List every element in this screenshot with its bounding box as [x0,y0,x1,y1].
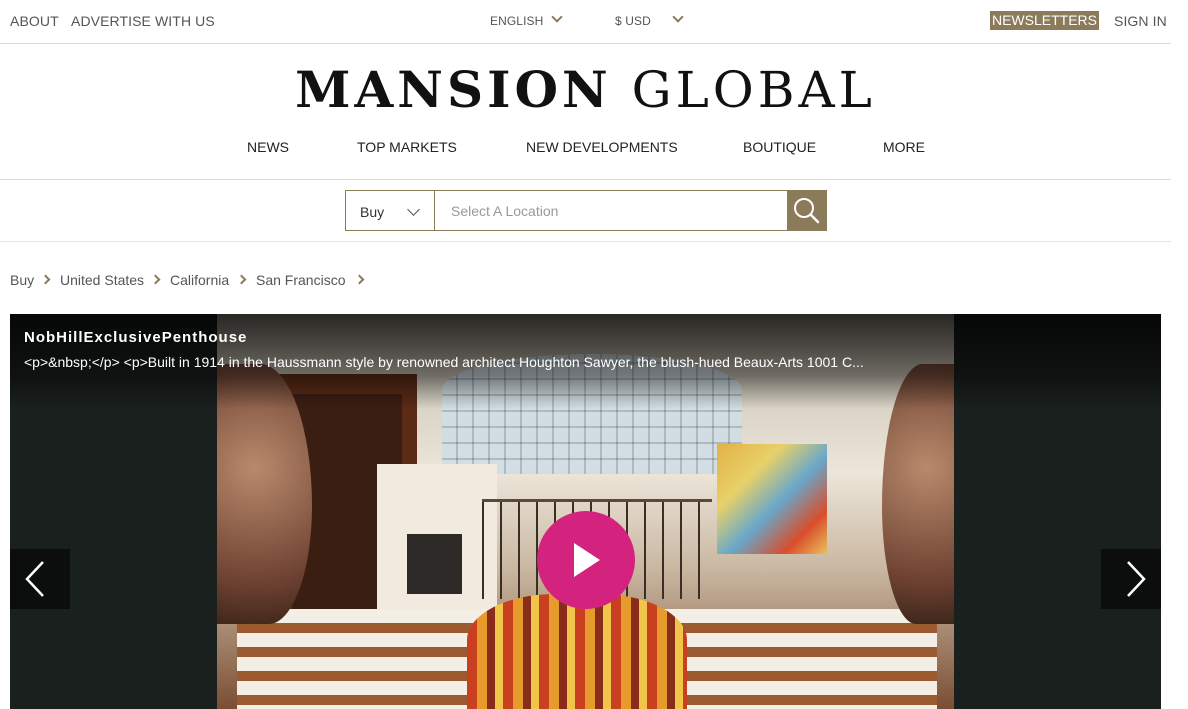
advertise-link[interactable]: ADVERTISE WITH US [71,13,215,29]
breadcrumb-item-california[interactable]: California [170,272,229,288]
next-slide-button[interactable] [1101,549,1161,609]
sign-in-link[interactable]: SIGN IN [1114,13,1167,29]
search-mode-value: Buy [360,204,385,220]
chevron-down-icon [407,203,420,216]
breadcrumb-item-united-states[interactable]: United States [60,272,144,288]
currency-selector[interactable]: $ USD [615,11,684,28]
chevron-down-icon [551,11,563,23]
breadcrumb-item-buy[interactable]: Buy [10,272,34,288]
chevron-right-icon [40,274,51,285]
search-mode-select[interactable]: Buy [345,190,435,231]
currency-label: $ USD [615,14,651,28]
nav-item-more[interactable]: MORE [883,139,925,155]
play-icon [574,543,600,577]
language-label: ENGLISH [490,14,544,28]
previous-slide-button[interactable] [10,549,70,609]
chevron-right-icon [150,274,161,285]
language-selector[interactable]: ENGLISH [490,11,563,28]
breadcrumb-item-san-francisco[interactable]: San Francisco [256,272,345,288]
nav-item-new-developments[interactable]: NEW DEVELOPMENTS [526,139,678,155]
newsletters-button[interactable]: NEWSLETTERS [990,11,1099,30]
divider [0,241,1171,242]
chevron-right-icon [236,274,247,285]
chevron-right-icon [354,274,365,285]
hero-video-player: NobHillExclusivePenthouse <p>&nbsp;</p> … [10,314,1161,709]
nav-item-news[interactable]: NEWS [247,139,289,155]
top-utility-bar: ABOUT ADVERTISE WITH US ENGLISH $ USD NE… [0,0,1171,44]
logo-word-mansion: MANSION [295,60,612,119]
search-button[interactable] [787,190,827,231]
site-logo[interactable]: MANSION GLOBAL [0,60,1171,119]
listing-title[interactable]: NobHillExclusivePenthouse [24,329,247,346]
play-button[interactable] [537,511,635,609]
chevron-right-icon [1127,561,1146,597]
nav-item-top-markets[interactable]: TOP MARKETS [357,139,457,155]
about-link[interactable]: ABOUT [10,13,59,29]
logo-word-global: GLOBAL [631,61,876,119]
chevron-down-icon [672,11,684,23]
search-icon [794,198,820,224]
nav-item-boutique[interactable]: BOUTIQUE [743,139,816,155]
chevron-left-icon [25,561,44,597]
listing-description: <p>&nbsp;</p> <p>Built in 1914 in the Ha… [24,354,864,370]
divider [0,179,1171,180]
location-input[interactable] [434,190,788,231]
